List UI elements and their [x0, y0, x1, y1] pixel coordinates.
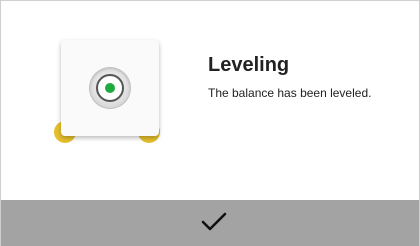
level-indicator-icon — [90, 68, 130, 108]
checkmark-icon — [201, 212, 227, 231]
balance-device-icon — [61, 40, 159, 136]
level-indicator-ring — [96, 74, 124, 102]
dialog-title: Leveling — [208, 54, 290, 76]
level-bubble-icon — [105, 83, 115, 93]
balance-illustration — [47, 32, 167, 150]
dialog-message: The balance has been leveled. — [208, 86, 372, 100]
confirm-button[interactable] — [1, 200, 419, 246]
leveling-dialog: Leveling The balance has been leveled. — [0, 0, 420, 246]
